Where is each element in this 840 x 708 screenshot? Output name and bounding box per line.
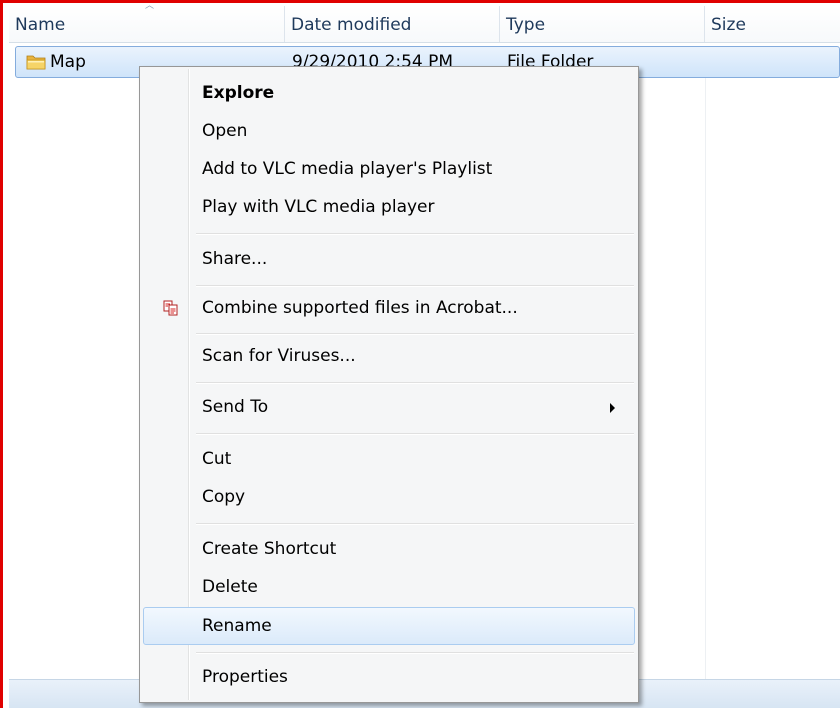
menu-item-rename[interactable]: Rename bbox=[143, 607, 635, 645]
menu-item-properties[interactable]: Properties bbox=[143, 659, 635, 695]
column-header-size-label: Size bbox=[711, 15, 746, 35]
menu-item-delete[interactable]: Delete bbox=[143, 569, 635, 605]
column-header-name-label: Name bbox=[15, 15, 66, 35]
context-menu: Explore Open Add to VLC media player's P… bbox=[139, 66, 639, 703]
menu-item-open[interactable]: Open bbox=[143, 113, 635, 149]
menu-item-add-to-vlc-playlist[interactable]: Add to VLC media player's Playlist bbox=[143, 151, 635, 187]
column-divider bbox=[705, 46, 706, 680]
menu-separator bbox=[196, 333, 634, 334]
menu-item-label: Play with VLC media player bbox=[202, 197, 435, 217]
column-header-date-modified[interactable]: Date modified bbox=[285, 6, 500, 42]
menu-item-share[interactable]: Share... bbox=[143, 241, 635, 277]
menu-item-combine-in-acrobat[interactable]: Combine supported files in Acrobat... bbox=[143, 290, 635, 326]
menu-item-play-with-vlc[interactable]: Play with VLC media player bbox=[143, 189, 635, 225]
menu-item-label: Delete bbox=[202, 577, 258, 597]
sort-arrow-icon: ︿ bbox=[145, 1, 155, 11]
menu-separator bbox=[196, 382, 634, 383]
menu-separator bbox=[196, 652, 634, 653]
column-header-name[interactable]: Name ︿ bbox=[9, 2, 285, 42]
menu-item-send-to[interactable]: Send To bbox=[143, 389, 635, 425]
column-header-type-label: Type bbox=[506, 15, 546, 35]
acrobat-combine-icon bbox=[163, 300, 178, 316]
menu-item-label: Send To bbox=[202, 397, 269, 417]
column-header-type[interactable]: Type bbox=[500, 6, 705, 42]
column-header-date-label: Date modified bbox=[291, 15, 412, 35]
menu-item-label: Combine supported files in Acrobat... bbox=[202, 298, 518, 318]
menu-item-label: Copy bbox=[202, 487, 246, 507]
menu-item-label: Cut bbox=[202, 449, 232, 469]
menu-item-copy[interactable]: Copy bbox=[143, 479, 635, 515]
menu-separator bbox=[196, 233, 634, 234]
menu-item-label: Open bbox=[202, 121, 248, 141]
menu-item-create-shortcut[interactable]: Create Shortcut bbox=[143, 531, 635, 567]
menu-item-label: Explore bbox=[202, 83, 275, 103]
column-header-size[interactable]: Size bbox=[705, 6, 840, 42]
menu-item-label: Properties bbox=[202, 667, 288, 687]
submenu-arrow-icon bbox=[610, 403, 615, 413]
menu-separator bbox=[196, 523, 634, 524]
column-header-row: Name ︿ Date modified Type Size bbox=[9, 2, 840, 43]
folder-icon bbox=[26, 55, 46, 70]
menu-item-label: Add to VLC media player's Playlist bbox=[202, 159, 493, 179]
menu-item-label: Share... bbox=[202, 249, 268, 269]
menu-item-label: Rename bbox=[202, 616, 272, 636]
menu-separator bbox=[196, 285, 634, 286]
menu-separator bbox=[196, 433, 634, 434]
menu-item-scan-for-viruses[interactable]: Scan for Viruses... bbox=[143, 338, 635, 374]
menu-item-explore[interactable]: Explore bbox=[143, 75, 635, 111]
menu-item-label: Create Shortcut bbox=[202, 539, 337, 559]
file-name: Map bbox=[50, 52, 86, 72]
menu-item-cut[interactable]: Cut bbox=[143, 441, 635, 477]
menu-item-label: Scan for Viruses... bbox=[202, 346, 356, 366]
